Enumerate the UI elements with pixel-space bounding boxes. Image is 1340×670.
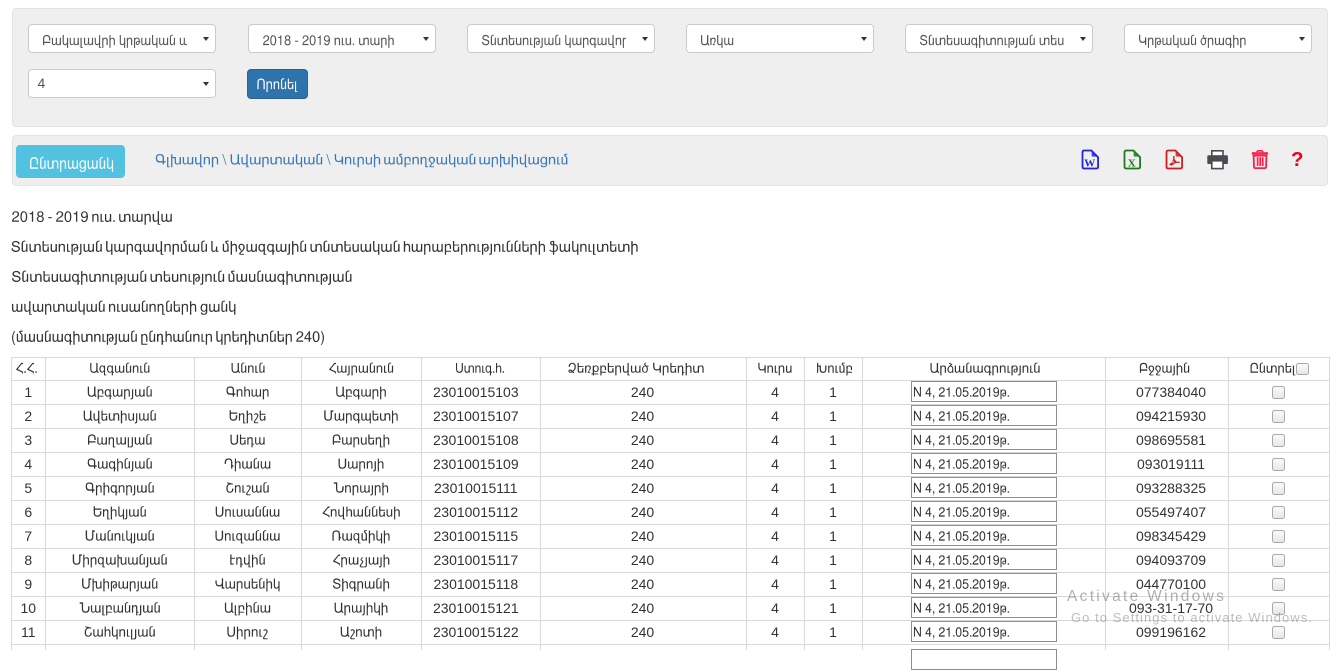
svg-text:W: W (1084, 158, 1095, 170)
svg-text:X: X (1128, 158, 1136, 170)
